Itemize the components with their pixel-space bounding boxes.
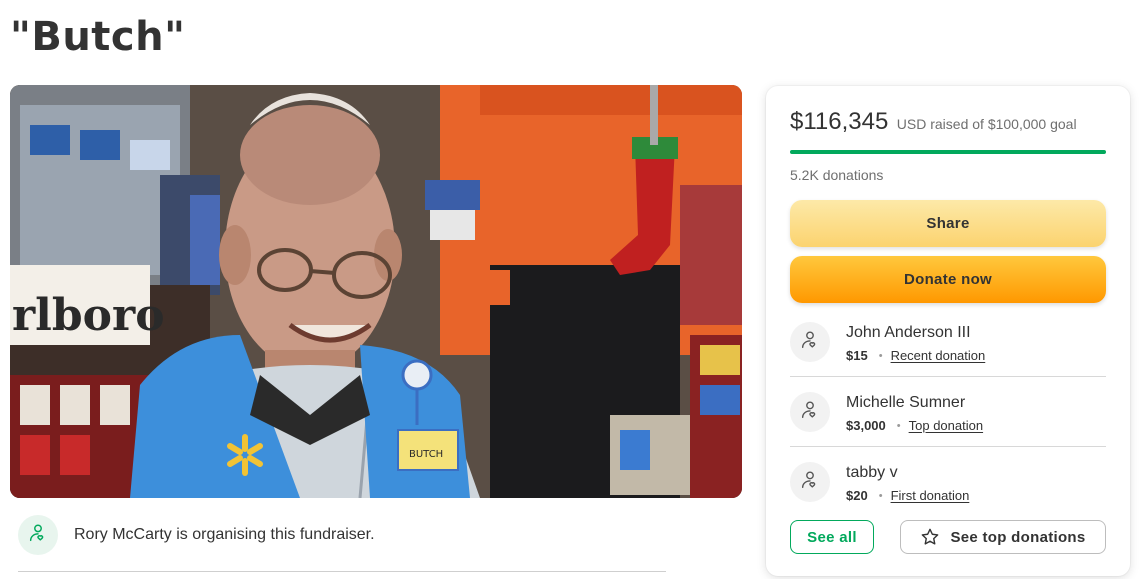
donation-count: 5.2K donations [790, 167, 884, 183]
separator-dot: • [878, 489, 883, 502]
donation-sidebar-card: $116,345 USD raised of $100,000 goal 5.2… [766, 86, 1130, 576]
progress-bar [790, 150, 1106, 154]
progress-bar-fill [790, 150, 1106, 154]
donor-name: Michelle Sumner [846, 394, 966, 411]
star-icon [920, 527, 940, 547]
organizer-text: Rory McCarty is organising this fundrais… [74, 526, 375, 543]
divider [790, 446, 1106, 447]
raised-amount: $116,345 [790, 108, 889, 135]
donation-amount: $20 [846, 488, 868, 503]
donation-meta: $15 • Recent donation [846, 348, 985, 363]
see-top-donations-label: See top donations [950, 528, 1086, 546]
heart-hand-icon [799, 469, 821, 496]
donate-now-button[interactable]: Donate now [790, 256, 1106, 303]
see-all-label: See all [807, 528, 857, 546]
donor-avatar [790, 392, 830, 432]
divider [18, 571, 666, 572]
raised-goal-text: USD raised of $100,000 goal [896, 116, 1077, 132]
hero-sign-text: rlboro [12, 290, 165, 341]
page-title: "Butch" [10, 14, 186, 60]
donation-tag-link[interactable]: First donation [891, 488, 970, 503]
donation-tag-link[interactable]: Recent donation [891, 348, 986, 363]
donation-item: John Anderson III $15 • Recent donation [790, 318, 1106, 388]
donor-name: John Anderson III [846, 324, 971, 341]
divider [790, 376, 1106, 377]
hero-photo: rlboro BUTCH [10, 85, 742, 498]
donation-meta: $3,000 • Top donation [846, 418, 983, 433]
hero-badge-text: BUTCH [409, 449, 443, 460]
heart-hand-icon [27, 522, 49, 549]
fundraiser-hero-image[interactable]: rlboro BUTCH [10, 85, 742, 498]
see-top-donations-button[interactable]: See top donations [900, 520, 1106, 554]
donation-meta: $20 • First donation [846, 488, 969, 503]
donation-amount: $3,000 [846, 418, 886, 433]
donation-amount: $15 [846, 348, 868, 363]
separator-dot: • [896, 419, 901, 432]
see-all-button[interactable]: See all [790, 520, 874, 554]
donor-name: tabby v [846, 464, 898, 481]
share-button[interactable]: Share [790, 200, 1106, 247]
donation-item: Michelle Sumner $3,000 • Top donation [790, 388, 1106, 458]
raised-summary: $116,345 USD raised of $100,000 goal [790, 108, 1077, 136]
donation-tag-link[interactable]: Top donation [909, 418, 983, 433]
donation-item: tabby v $20 • First donation [790, 458, 1106, 528]
heart-hand-icon [799, 399, 821, 426]
organizer-row: Rory McCarty is organising this fundrais… [18, 514, 375, 556]
heart-hand-icon [799, 329, 821, 356]
donor-avatar [790, 322, 830, 362]
organizer-avatar [18, 515, 58, 555]
separator-dot: • [878, 349, 883, 362]
donor-avatar [790, 462, 830, 502]
